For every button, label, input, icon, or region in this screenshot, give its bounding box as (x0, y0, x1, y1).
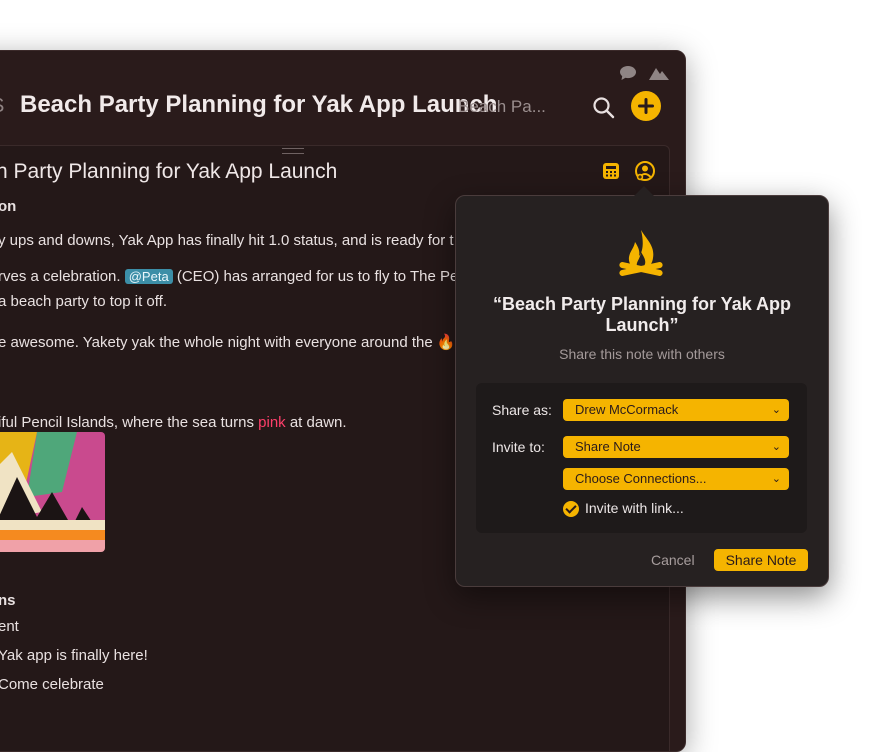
title-row: S Beach Party Planning for Yak App Launc… (0, 87, 685, 127)
breadcrumb[interactable]: S (0, 95, 4, 118)
speech-bubble-icon[interactable] (619, 65, 637, 81)
campfire-icon (619, 230, 663, 276)
search-button[interactable] (591, 95, 617, 121)
share-as-label: Share as: (492, 402, 552, 418)
invite-to-value: Share Note (575, 439, 641, 454)
window-title: Beach Party Planning for Yak App Launch (20, 91, 498, 118)
note-title[interactable]: h Party Planning for Yak App Launch (0, 160, 337, 184)
note-paragraph-7[interactable]: Yak app is finally here! (0, 647, 148, 664)
note-paragraph-2[interactable]: rves a celebration. @Peta (CEO) has arra… (0, 268, 458, 285)
share-popover: “Beach Party Planning for Yak App Launch… (455, 186, 829, 587)
share-person-icon[interactable] (634, 160, 656, 182)
invite-link-checkbox[interactable] (563, 501, 579, 517)
chevron-down-icon: ⌄ (771, 473, 781, 485)
invite-link-label[interactable]: Invite with link... (585, 500, 684, 516)
invite-to-label: Invite to: (492, 439, 545, 455)
connections-select[interactable]: Choose Connections... ⌄ (563, 468, 789, 490)
mountains-icon[interactable] (649, 65, 669, 81)
share-as-select[interactable]: Drew McCormack ⌄ (563, 399, 789, 421)
pink-highlight: pink (258, 414, 286, 431)
top-icons (619, 65, 669, 81)
share-form: Share as: Drew McCormack ⌄ Invite to: Sh… (476, 383, 807, 533)
invite-to-select[interactable]: Share Note ⌄ (563, 436, 789, 458)
cancel-button[interactable]: Cancel (651, 552, 695, 568)
popover-title: “Beach Party Planning for Yak App Launch… (492, 294, 792, 335)
note-heading-2[interactable]: ns (0, 592, 16, 609)
note-paragraph-4-pre: e awesome. Yakety yak the whole night wi… (0, 334, 437, 351)
titlebar: S Beach Party Planning for Yak App Launc… (0, 51, 685, 146)
fire-emoji: 🔥 (436, 334, 456, 351)
share-note-button[interactable]: Share Note (714, 549, 808, 571)
note-paragraph-8[interactable]: Come celebrate (0, 676, 104, 693)
chevron-down-icon: ⌄ (771, 441, 781, 453)
note-heading-1[interactable]: on (0, 198, 16, 215)
popover-subtitle: Share this note with others (559, 346, 725, 362)
note-paragraph-5-post: at dawn. (285, 414, 347, 431)
note-paragraph-4[interactable]: e awesome. Yakety yak the whole night wi… (0, 333, 456, 351)
add-note-button[interactable] (631, 91, 661, 121)
search-icon (593, 97, 615, 119)
note-paragraph-5[interactable]: iful Pencil Islands, where the sea turns… (0, 414, 347, 431)
window-subtitle: Beach Pa... (458, 97, 546, 116)
mention-tag[interactable]: @Peta (124, 269, 173, 284)
note-paragraph-2-post: (CEO) has arranged for us to fly to The … (172, 268, 459, 285)
note-paragraph-6[interactable]: ent (0, 618, 19, 635)
drag-handle[interactable] (282, 148, 304, 154)
chevron-down-icon: ⌄ (771, 404, 781, 416)
note-paragraph-2-pre: rves a celebration. (0, 268, 125, 285)
mountain-sunset-image (0, 432, 105, 552)
calculator-icon[interactable] (602, 162, 620, 180)
beach-illustration[interactable] (0, 432, 105, 552)
note-paragraph-5-pre: iful Pencil Islands, where the sea turns (0, 414, 259, 431)
share-as-value: Drew McCormack (575, 402, 679, 417)
connections-value: Choose Connections... (575, 471, 707, 486)
note-paragraph-3[interactable]: a beach party to top it off. (0, 293, 167, 310)
note-paragraph-1[interactable]: y ups and downs, Yak App has finally hit… (0, 232, 454, 249)
popover-arrow (634, 186, 654, 196)
